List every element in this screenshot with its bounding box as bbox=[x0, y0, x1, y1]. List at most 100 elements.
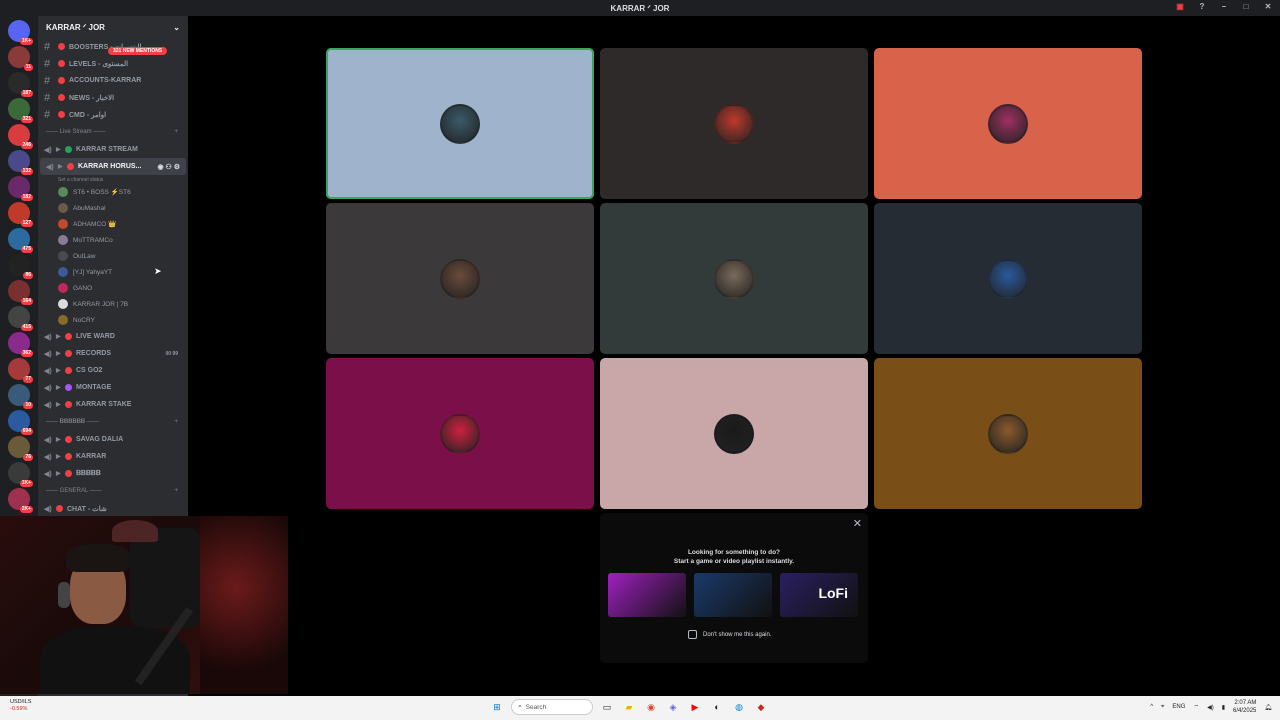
voice-user[interactable]: GANO bbox=[38, 280, 188, 296]
voice-channel[interactable]: ◀) ▶ KARRAR STREAM bbox=[38, 141, 188, 158]
voice-channel[interactable]: ◀) ▶ KARRAR bbox=[38, 448, 188, 465]
participant-tile[interactable] bbox=[326, 358, 594, 509]
youtube-icon[interactable]: ▶ bbox=[687, 699, 703, 715]
clock[interactable]: 2:07 AM 6/4/2025 bbox=[1233, 699, 1256, 715]
language-indicator[interactable]: ENG bbox=[1172, 704, 1185, 710]
server-icon[interactable]: 164 bbox=[8, 280, 33, 305]
location-icon[interactable]: ⌖ bbox=[1161, 704, 1164, 711]
blocks-game-card[interactable] bbox=[608, 573, 686, 617]
server-icon[interactable]: 362 bbox=[8, 332, 33, 357]
channel-item[interactable]: # ACCOUNTS-KARRAR bbox=[38, 72, 188, 89]
participant-tile[interactable] bbox=[874, 358, 1142, 509]
voice-user[interactable]: KARRAR JOR | 7B bbox=[38, 296, 188, 312]
maximize-icon[interactable]: □ bbox=[1240, 2, 1252, 11]
server-icon[interactable]: 77 bbox=[8, 358, 33, 383]
minimize-icon[interactable]: – bbox=[1218, 2, 1230, 11]
voice-user[interactable]: ST6 • BOSS ⚡ST6 bbox=[38, 184, 188, 200]
voice-channel[interactable]: ◀) ▶ MONTAGE bbox=[38, 379, 188, 396]
category-b[interactable]: —— 𝐁𝐁𝐁𝐁𝐁𝐁 —— + bbox=[38, 413, 188, 431]
voice-channel[interactable]: ◀) ▶ CS GO2 bbox=[38, 362, 188, 379]
obs-icon[interactable]: ◐ bbox=[709, 699, 725, 715]
participant-tile[interactable] bbox=[874, 48, 1142, 199]
inbox-icon[interactable]: ▣ bbox=[1174, 2, 1186, 11]
battery-icon[interactable]: ▮ bbox=[1222, 704, 1225, 711]
participant-tile[interactable] bbox=[874, 203, 1142, 354]
chevron-right-icon[interactable]: ▶ bbox=[56, 146, 65, 153]
stock-widget[interactable]: USD/ILS -0.59% bbox=[10, 699, 31, 713]
wifi-icon[interactable]: ⌔ bbox=[1193, 703, 1199, 711]
dont-show-checkbox[interactable]: Don't show me this again. bbox=[688, 630, 772, 639]
server-icon[interactable]: 321 bbox=[8, 98, 33, 123]
notification-icon[interactable]: 🔔︎ bbox=[1264, 704, 1272, 711]
chevron-right-icon[interactable]: ▶ bbox=[56, 367, 65, 374]
chrome-icon[interactable]: ◉ bbox=[643, 699, 659, 715]
server-icon[interactable]: 132 bbox=[8, 150, 33, 175]
windows-start-icon[interactable]: ⊞ bbox=[489, 699, 505, 715]
app-icon[interactable]: ◆ bbox=[753, 699, 769, 715]
category-general[interactable]: —— GENERAL —— + bbox=[38, 482, 188, 500]
participant-tile[interactable] bbox=[326, 203, 594, 354]
participant-tile[interactable] bbox=[326, 48, 594, 199]
server-icon[interactable]: 86 bbox=[8, 254, 33, 279]
samurai-game-card[interactable] bbox=[694, 573, 772, 617]
voice-channel[interactable]: ◀) ▶ SAVAG DALIA bbox=[38, 431, 188, 448]
volume-icon[interactable]: ◀) bbox=[1207, 704, 1214, 711]
server-icon[interactable]: 415 bbox=[8, 306, 33, 331]
voice-channel[interactable]: ◀) ▶ LIVE WARD bbox=[38, 328, 188, 345]
server-icon[interactable]: 127 bbox=[8, 202, 33, 227]
channel-item[interactable]: # CMD - اوامر bbox=[38, 106, 188, 123]
add-channel-icon[interactable]: + bbox=[174, 488, 178, 494]
lofi-playlist-card[interactable]: LoFi bbox=[780, 573, 858, 617]
chevron-right-icon[interactable]: ▶ bbox=[56, 384, 65, 391]
category-live-stream[interactable]: —— Live Stream —— + bbox=[38, 123, 188, 141]
chevron-right-icon[interactable]: ▶ bbox=[56, 350, 65, 357]
edge-icon[interactable]: ◍ bbox=[731, 699, 747, 715]
server-icon[interactable]: 10 bbox=[8, 384, 33, 409]
server-icon[interactable]: 1K+ bbox=[8, 20, 33, 45]
server-icon[interactable]: 187 bbox=[8, 72, 33, 97]
channel-chat[interactable]: ◀) CHAT - شات bbox=[38, 500, 188, 517]
voice-user[interactable]: NoCRY bbox=[38, 312, 188, 328]
new-mentions-pill[interactable]: 321 NEW MENTIONS bbox=[108, 47, 168, 55]
close-icon[interactable]: ✕ bbox=[853, 517, 862, 530]
add-channel-icon[interactable]: + bbox=[174, 419, 178, 425]
server-icon[interactable]: 2K+ bbox=[8, 488, 33, 513]
add-channel-icon[interactable]: + bbox=[174, 129, 178, 135]
checkbox-icon[interactable] bbox=[688, 630, 697, 639]
server-icon[interactable]: 694 bbox=[8, 410, 33, 435]
server-icon[interactable]: 76 bbox=[8, 436, 33, 461]
voice-user[interactable]: [YJ] YahyaYT bbox=[38, 264, 188, 280]
chevron-right-icon[interactable]: ▶ bbox=[56, 333, 65, 340]
chevron-right-icon[interactable]: ▶ bbox=[56, 436, 65, 443]
server-icon[interactable]: 475 bbox=[8, 228, 33, 253]
server-icon[interactable]: 1K+ bbox=[8, 462, 33, 487]
voice-channel[interactable]: ◀) ▶ 𝐁𝐁𝐁𝐁𝐁 bbox=[38, 465, 188, 482]
channel-item[interactable]: # LEVELS - المستوى bbox=[38, 55, 188, 72]
voice-user[interactable]: MoTTRAMCo bbox=[38, 232, 188, 248]
chevron-down-icon[interactable]: ⌄ bbox=[173, 23, 180, 32]
voice-user[interactable]: AbuMashal bbox=[38, 200, 188, 216]
discord-icon[interactable]: ◈ bbox=[665, 699, 681, 715]
voice-user[interactable]: OutLaw bbox=[38, 248, 188, 264]
chevron-right-icon[interactable]: ▶ bbox=[56, 453, 65, 460]
chevron-up-icon[interactable]: ^ bbox=[1150, 704, 1153, 710]
channel-item[interactable]: # NEWS - الاخبار bbox=[38, 89, 188, 106]
help-icon[interactable]: ? bbox=[1196, 2, 1208, 11]
participant-tile[interactable] bbox=[600, 358, 868, 509]
chevron-right-icon[interactable]: ▶ bbox=[56, 470, 65, 477]
participant-tile[interactable] bbox=[600, 203, 868, 354]
search-box[interactable]: ⌕ Search bbox=[511, 699, 593, 715]
close-icon[interactable]: ✕ bbox=[1262, 2, 1274, 11]
chevron-right-icon[interactable]: ▶ bbox=[58, 163, 67, 170]
task-view-icon[interactable]: ▭ bbox=[599, 699, 615, 715]
voice-channel[interactable]: ◀) ▶ KARRAR STAKE bbox=[38, 396, 188, 413]
server-icon[interactable]: 11 bbox=[8, 46, 33, 71]
guild-header[interactable]: KARRAR ᐟ JOR ⌄ bbox=[38, 16, 188, 38]
channel-status[interactable]: Set a channel status bbox=[38, 175, 188, 184]
participant-tile[interactable] bbox=[600, 48, 868, 199]
voice-channel[interactable]: ◀) ▶ RECORDS 00 99 bbox=[38, 345, 188, 362]
voice-channel[interactable]: ◀) ▶ KARRAR HORUS... ◉ ⚇ ⚙ bbox=[40, 158, 186, 175]
server-icon[interactable]: 246 bbox=[8, 124, 33, 149]
chevron-right-icon[interactable]: ▶ bbox=[56, 401, 65, 408]
file-explorer-icon[interactable]: ▰ bbox=[621, 699, 637, 715]
